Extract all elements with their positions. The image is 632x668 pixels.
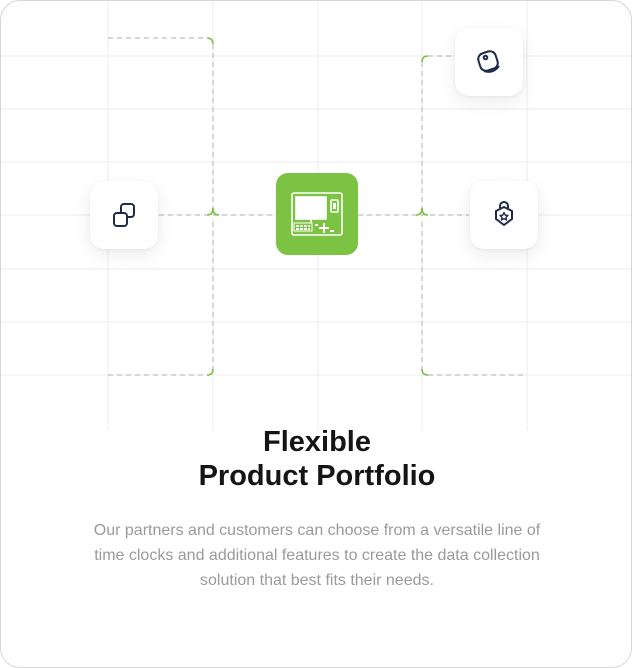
feature-title-line-1: Flexible — [263, 426, 371, 458]
shield-badge-icon — [495, 201, 513, 226]
feature-card: Flexible Product Portfolio Our partners … — [0, 0, 632, 668]
stacked-squares-icon — [113, 203, 135, 227]
feature-tile-left — [90, 181, 158, 249]
time-clock-terminal-icon — [291, 192, 343, 236]
feature-title-line-2: Product Portfolio — [198, 460, 436, 492]
feature-tile-top-right — [455, 28, 523, 96]
feature-title: Flexible Product Portfolio — [1, 425, 631, 493]
product-center-tile — [276, 173, 358, 255]
feature-tile-right — [470, 181, 538, 249]
feature-description: Our partners and customers can choose fr… — [93, 522, 541, 589]
tag-icon — [477, 50, 500, 73]
